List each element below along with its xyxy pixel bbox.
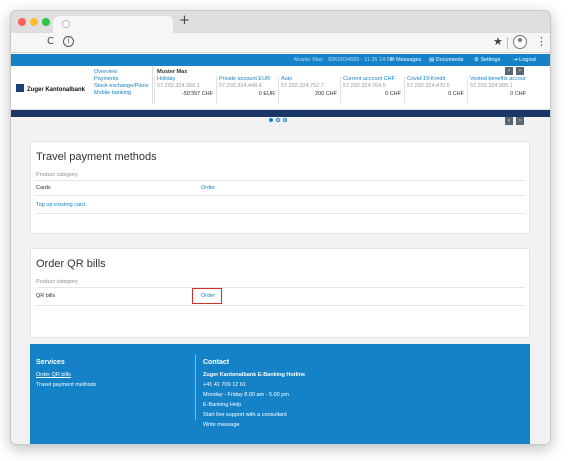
carousel-dot[interactable] [276, 118, 280, 122]
settings-link[interactable]: ⚙ Settings [474, 57, 500, 63]
carousel-next-button[interactable]: › [516, 117, 524, 125]
accounts-prev-button[interactable]: ‹ [505, 67, 513, 75]
product-qr-bills-label: QR bills [36, 293, 56, 299]
bank-name: Zuger Kantonalbank [27, 87, 86, 93]
account-name: Vested benefits accour [470, 76, 526, 82]
account-name: Auto [281, 76, 293, 82]
product-cards-label: Cards [36, 185, 51, 191]
hotline-title: Zuger Kantonalbank E-Banking Hotline [203, 372, 306, 378]
account-iban: 57.202.324.470.6 [407, 83, 450, 89]
close-window-icon[interactable] [18, 18, 26, 26]
new-tab-button[interactable]: + [179, 13, 190, 28]
account-name: Private account EUR [219, 76, 271, 82]
account-balance: 0 EUR [258, 91, 275, 97]
account-iban: 57.202.324.752.7 [281, 83, 324, 89]
bank-logo[interactable]: Zuger Kantonalbank [16, 84, 85, 93]
maximize-window-icon[interactable] [42, 18, 50, 26]
subnav-item-payments[interactable]: Payments [94, 76, 148, 83]
ebanking-page: Muster Max 93K0034689 - 11:35 14:59 ✉ Me… [11, 54, 550, 444]
services-heading: Services [36, 359, 65, 366]
messages-link[interactable]: ✉ Messages [390, 57, 421, 63]
account-balance: 0 CHF [510, 91, 526, 97]
page-footer: Services Order QR bills Travel payment m… [30, 344, 530, 444]
travel-section-title: Travel payment methods [36, 151, 157, 163]
account-header: Zuger Kantonalbank Overview Payments Sto… [11, 66, 550, 110]
banner-strip [11, 110, 550, 117]
logout-link[interactable]: ⇥ Logout [513, 57, 536, 63]
user-name: Muster Max [294, 57, 323, 63]
account-iban: 57.202.324.989.1 [470, 83, 513, 89]
order-qr-bills-card: Order QR bills Product category QR bills… [30, 248, 530, 338]
account-balance: 0 CHF [385, 91, 401, 97]
column-header-product-category: Product category [36, 279, 78, 285]
account-tile-current-chf[interactable]: Current account CHF 57.202.324.764.5 0 C… [340, 76, 404, 104]
account-balance: -50'397 CHF [181, 91, 213, 97]
tab-favicon-icon [62, 20, 70, 28]
bookmark-star-icon[interactable]: ★ [493, 35, 503, 48]
bank-logo-icon [16, 84, 24, 92]
subnav-item-stock-exchange[interactable]: Stock exchange/Plans [94, 83, 148, 90]
live-support-link[interactable]: Start live support with a consultant [203, 412, 287, 418]
contract-info: 93K0034689 - 11:35 14:59 [328, 57, 393, 63]
reload-icon[interactable]: C [47, 36, 54, 47]
account-iban: 57.202.324.366.1 [157, 83, 200, 89]
site-info-icon[interactable]: i [63, 36, 74, 47]
account-iban: 57.202.324.764.5 [343, 83, 386, 89]
order-cards-link[interactable]: Order [201, 185, 215, 191]
account-tile-vested-benefits[interactable]: Vested benefits accour 57.202.324.989.1 … [467, 76, 529, 104]
account-name: Covid-19-Kredit [407, 76, 446, 82]
accounts-next-button[interactable]: › [516, 67, 524, 75]
hotline-hours: Monday - Friday 8.00 am - 5.00 pm [203, 392, 289, 398]
browser-tab-bar: + [11, 11, 550, 33]
sub-navigation: Overview Payments Stock exchange/Plans M… [94, 69, 148, 97]
account-tile-holiday[interactable]: Holiday 57.202.324.366.1 -50'397 CHF [154, 76, 216, 104]
carousel-dot[interactable] [283, 118, 287, 122]
subnav-item-overview[interactable]: Overview [94, 69, 148, 76]
write-message-link[interactable]: Write message [203, 422, 240, 428]
row-divider [36, 287, 525, 288]
qr-section-title: Order QR bills [36, 258, 106, 270]
row-divider [36, 180, 525, 181]
header-divider [152, 66, 153, 104]
minimize-window-icon[interactable] [30, 18, 38, 26]
ebanking-help-link[interactable]: E-Banking Help [203, 402, 241, 408]
account-name: Current account CHF [343, 76, 395, 82]
footer-link-order-qr-bills[interactable]: Order QR bills [36, 372, 71, 378]
account-balance: 200 CHF [314, 91, 337, 97]
account-balance: 0 CHF [448, 91, 464, 97]
browser-window: + C i ★ ⋮ Muster Max 93K0034689 - 11:35 … [10, 10, 551, 445]
hotline-phone[interactable]: +41 41 709 12 61 [203, 382, 246, 388]
account-tile-covid-credit[interactable]: Covid-19-Kredit 57.202.324.470.6 0 CHF [404, 76, 467, 104]
row-divider [36, 305, 525, 306]
carousel-dot-active[interactable] [269, 118, 273, 122]
carousel-prev-button[interactable]: ‹ [505, 117, 513, 125]
browser-toolbar: C i ★ ⋮ [11, 33, 550, 53]
toolbar-divider [507, 37, 508, 49]
footer-divider [195, 355, 196, 420]
account-iban: 57.202.324.448.6 [219, 83, 262, 89]
account-owner: Muster Max [157, 69, 188, 75]
top-up-card-link[interactable]: Top up existing card [36, 202, 85, 208]
profile-avatar-icon[interactable] [513, 35, 527, 49]
top-bar: Muster Max 93K0034689 - 11:35 14:59 ✉ Me… [11, 54, 550, 66]
browser-tab[interactable] [53, 16, 173, 33]
row-divider [36, 195, 525, 196]
travel-payment-card: Travel payment methods Product category … [30, 141, 530, 234]
footer-link-travel-payment[interactable]: Travel payment methods [36, 382, 96, 388]
contact-heading: Contact [203, 359, 230, 366]
column-header-product-category: Product category [36, 172, 78, 178]
account-name: Holiday [157, 76, 176, 82]
browser-menu-icon[interactable]: ⋮ [536, 35, 547, 48]
row-divider [36, 213, 525, 214]
highlight-box [192, 288, 222, 304]
documents-link[interactable]: ▤ Documents [429, 57, 464, 63]
subnav-item-mobile-banking[interactable]: Mobile banking [94, 90, 148, 97]
account-tile-private-eur[interactable]: Private account EUR 57.202.324.448.6 0 E… [216, 76, 278, 104]
account-tile-auto[interactable]: Auto 57.202.324.752.7 200 CHF [278, 76, 340, 104]
